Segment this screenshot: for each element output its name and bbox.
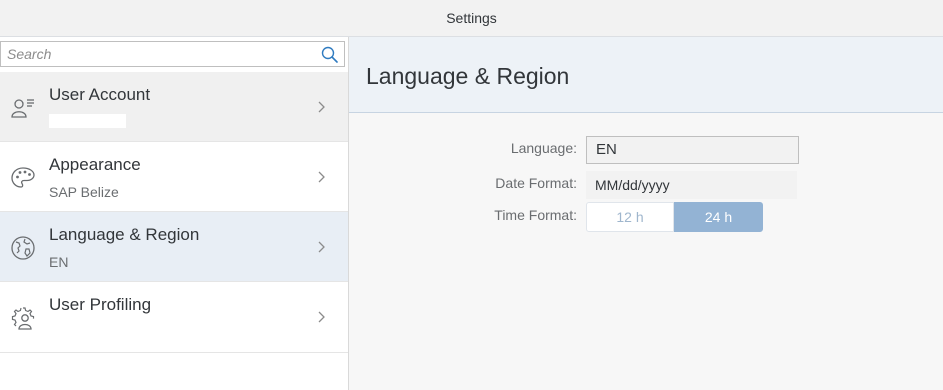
sidebar-item-sublabel: SAP Belize [49, 184, 119, 200]
sidebar-item-sublabel: EN [49, 254, 69, 270]
dialog-title-bar: Settings [0, 0, 943, 37]
palette-icon [10, 165, 36, 191]
sidebar-item-label: User Account [49, 85, 151, 104]
chevron-right-icon [316, 170, 328, 184]
search-input[interactable] [1, 43, 301, 65]
sidebar-item-label: Appearance [49, 155, 141, 174]
chevron-right-icon [316, 240, 328, 254]
settings-master-list: User Account Appearance SAP Belize [0, 37, 349, 390]
settings-detail-pane: Language & Region Language: EN Date Form… [349, 37, 943, 390]
detail-header: Language & Region [349, 37, 943, 113]
chevron-right-icon [316, 310, 328, 324]
user-account-icon [10, 95, 36, 121]
chevron-right-icon [316, 100, 328, 114]
search-field[interactable] [0, 41, 345, 67]
sidebar-item-sublabel-redacted [49, 114, 126, 128]
sidebar-item-appearance[interactable]: Appearance SAP Belize [0, 142, 348, 212]
sidebar-item-user-profiling[interactable]: User Profiling [0, 282, 348, 353]
sidebar-item-user-account[interactable]: User Account [0, 72, 348, 142]
language-field[interactable]: EN [586, 136, 799, 164]
globe-icon [10, 235, 36, 261]
sidebar-item-label: User Profiling [49, 295, 152, 314]
page-title: Language & Region [366, 63, 570, 89]
sidebar-item-language-region[interactable]: Language & Region EN [0, 212, 348, 282]
user-settings-icon [10, 305, 36, 331]
time-format-segmented-button: 12 h 24 h [586, 202, 763, 232]
settings-dialog: Settings User A [0, 0, 943, 390]
date-format-label: Date Format: [495, 175, 577, 191]
time-format-24h-option[interactable]: 24 h [674, 202, 763, 232]
sidebar-item-label: Language & Region [49, 225, 200, 244]
search-icon[interactable] [320, 45, 338, 63]
time-format-label: Time Format: [494, 207, 577, 223]
time-format-12h-option[interactable]: 12 h [586, 202, 674, 232]
language-label: Language: [510, 140, 577, 156]
date-format-field: MM/dd/yyyy [586, 171, 797, 199]
dialog-title: Settings [446, 10, 497, 26]
